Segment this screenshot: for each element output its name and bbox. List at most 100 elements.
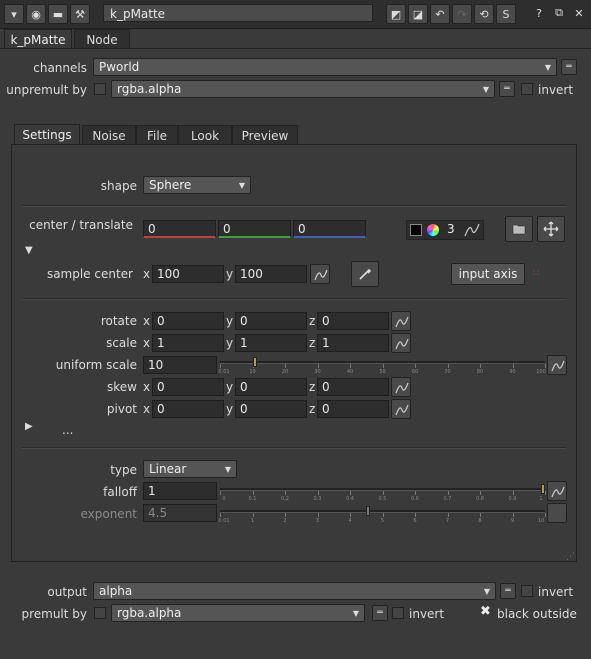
shape-dropdown[interactable]: Sphere ▼ bbox=[143, 176, 251, 194]
eyedropper-icon[interactable] bbox=[351, 261, 379, 287]
unpremult-invert-checkbox[interactable] bbox=[521, 83, 533, 95]
node-icon[interactable]: ▬ bbox=[48, 4, 68, 24]
input-axis-button[interactable]: input axis bbox=[451, 263, 525, 285]
slider-tick-label: 0.8 bbox=[476, 496, 484, 502]
tab-preview[interactable]: Preview bbox=[232, 125, 298, 145]
slider-tick-label: 40 bbox=[346, 369, 354, 375]
y-axis-label: y bbox=[226, 402, 234, 416]
center-y-field[interactable]: 0 bbox=[218, 220, 291, 238]
tab-look[interactable]: Look bbox=[178, 125, 232, 145]
rotate-z-field[interactable]: 0 bbox=[317, 312, 389, 330]
half-icon[interactable]: ◩ bbox=[386, 4, 406, 24]
black-outside-check-icon[interactable]: ✖ bbox=[480, 604, 491, 619]
curve-icon[interactable] bbox=[391, 333, 411, 353]
channel-count[interactable]: 3 bbox=[447, 222, 455, 236]
float-icon[interactable]: ⧉ bbox=[550, 4, 568, 22]
folder-icon[interactable] bbox=[505, 216, 533, 242]
tab-noise[interactable]: Noise bbox=[82, 125, 136, 145]
revert-icon[interactable]: ⟲ bbox=[474, 4, 494, 24]
unpremult-dropdown[interactable]: rgba.alpha ▼ bbox=[111, 80, 495, 98]
slider-tick bbox=[350, 491, 351, 495]
premult-checkbox[interactable] bbox=[94, 607, 106, 619]
ellipsis[interactable]: ... bbox=[62, 423, 73, 437]
rotate-x-field[interactable]: 0 bbox=[152, 312, 224, 330]
chevron-down-icon: ▼ bbox=[483, 587, 490, 596]
curve-icon[interactable] bbox=[310, 264, 330, 284]
output-label: output bbox=[47, 585, 87, 599]
slider-tick-label: 20 bbox=[281, 369, 289, 375]
center-color-group: 3 bbox=[406, 220, 484, 240]
uniform-scale-field[interactable]: 10 bbox=[143, 356, 217, 374]
curve-icon[interactable] bbox=[391, 399, 411, 419]
resize-grip-icon[interactable]: ⋰ bbox=[566, 552, 575, 562]
uniform-scale-slider[interactable]: 0.01 10 20 30 40 50 60 70 80 90 100 bbox=[218, 357, 546, 377]
scale-y-field[interactable]: 1 bbox=[235, 334, 307, 352]
sample-center-y-field[interactable]: 100 bbox=[235, 265, 307, 283]
target-icon[interactable]: ◉ bbox=[26, 4, 46, 24]
divider bbox=[22, 205, 566, 207]
premult-menu-button[interactable]: ═ bbox=[372, 605, 388, 621]
z-axis-label: z bbox=[309, 402, 316, 416]
slider-tick bbox=[350, 513, 351, 517]
pivot-y-field[interactable]: 0 bbox=[235, 400, 307, 418]
rotate-y-field[interactable]: 0 bbox=[235, 312, 307, 330]
wrench-icon[interactable]: ⚒ bbox=[70, 4, 90, 24]
type-value: Linear bbox=[149, 462, 187, 476]
curve-icon[interactable] bbox=[547, 355, 567, 375]
output-invert-checkbox[interactable] bbox=[521, 585, 533, 597]
curve-icon[interactable] bbox=[463, 221, 481, 239]
tab-k-pmatte[interactable]: k_pMatte bbox=[4, 29, 72, 49]
premult-invert-checkbox[interactable] bbox=[392, 607, 404, 619]
scale-x-field[interactable]: 1 bbox=[152, 334, 224, 352]
collapsed-arrow-icon[interactable]: ▶ bbox=[25, 421, 33, 432]
falloff-slider[interactable]: 0 0.1 0.2 0.3 0.4 0.5 0.6 0.7 0.8 0.9 1 bbox=[220, 484, 546, 504]
tab-node[interactable]: Node bbox=[74, 29, 130, 49]
channels-menu-button[interactable]: ═ bbox=[561, 59, 577, 75]
center-z-field[interactable]: 0 bbox=[293, 220, 366, 238]
slider-knob[interactable] bbox=[366, 506, 371, 516]
curve-icon[interactable] bbox=[391, 311, 411, 331]
redo-icon[interactable]: ↷ bbox=[452, 4, 472, 24]
skew-z-field[interactable]: 0 bbox=[317, 378, 389, 396]
half-icon-2[interactable]: ◪ bbox=[408, 4, 428, 24]
channels-dropdown[interactable]: Pworld ▼ bbox=[93, 58, 557, 76]
close-icon[interactable]: ✕ bbox=[570, 4, 588, 22]
output-menu-button[interactable]: ═ bbox=[500, 583, 516, 599]
curve-icon[interactable] bbox=[547, 481, 567, 501]
node-name-field[interactable]: k_pMatte bbox=[103, 4, 373, 22]
curve-icon-disabled[interactable] bbox=[547, 503, 567, 523]
help-icon[interactable]: ? bbox=[530, 4, 548, 22]
move-icon[interactable] bbox=[537, 216, 565, 242]
undo-icon[interactable]: ↶ bbox=[430, 4, 450, 24]
color-swatch[interactable] bbox=[410, 224, 422, 236]
exponent-slider[interactable]: 0.01 1 2 3 4 5 6 7 8 9 10 bbox=[218, 506, 546, 526]
skew-x-field[interactable]: 0 bbox=[152, 378, 224, 396]
unpremult-menu-button[interactable]: ═ bbox=[499, 81, 515, 97]
expand-arrow-icon[interactable]: ▼ bbox=[25, 245, 33, 256]
x-axis-label: x bbox=[143, 336, 151, 350]
slider-tick-label: 0.3 bbox=[313, 496, 322, 502]
scale-z-field[interactable]: 1 bbox=[317, 334, 389, 352]
tab-file[interactable]: File bbox=[136, 125, 178, 145]
curve-icon[interactable] bbox=[391, 377, 411, 397]
falloff-field[interactable]: 1 bbox=[143, 482, 217, 500]
center-x-field[interactable]: 0 bbox=[143, 220, 216, 238]
skew-y-field[interactable]: 0 bbox=[235, 378, 307, 396]
slider-knob[interactable] bbox=[541, 484, 545, 494]
pivot-x-field[interactable]: 0 bbox=[152, 400, 224, 418]
exponent-field[interactable]: 4.5 bbox=[143, 504, 217, 522]
slider-tick-label: 0.01 bbox=[218, 518, 230, 524]
unpremult-checkbox[interactable] bbox=[94, 83, 106, 95]
pivot-z-field[interactable]: 0 bbox=[317, 400, 389, 418]
sample-center-x-field[interactable]: 100 bbox=[152, 265, 224, 283]
slider-knob[interactable] bbox=[252, 357, 257, 367]
color-wheel-icon[interactable] bbox=[427, 224, 439, 236]
collapse-icon[interactable]: ▾ bbox=[4, 4, 24, 24]
output-dropdown[interactable]: alpha ▼ bbox=[93, 582, 496, 600]
type-dropdown[interactable]: Linear ▼ bbox=[143, 460, 237, 478]
slider-tick bbox=[317, 491, 319, 495]
tab-settings[interactable]: Settings bbox=[14, 124, 80, 144]
premult-dropdown[interactable]: rgba.alpha ▼ bbox=[111, 604, 365, 622]
script-icon[interactable]: S bbox=[496, 4, 516, 24]
skew-label: skew bbox=[107, 380, 137, 394]
